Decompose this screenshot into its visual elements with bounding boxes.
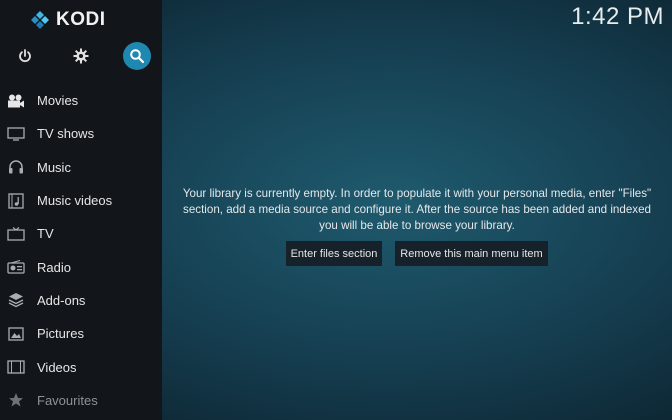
menu-label: TV shows — [37, 126, 95, 142]
settings-button[interactable] — [67, 42, 95, 70]
menu-item-tv[interactable]: TV — [0, 217, 162, 250]
main-menu: Movies TV shows Music Music videos TV Ra… — [0, 84, 162, 417]
menu-label: TV — [37, 226, 54, 242]
menu-label: Radio — [37, 259, 71, 275]
kodi-logo-icon — [31, 11, 49, 29]
search-button[interactable] — [123, 42, 151, 70]
menu-item-radio[interactable]: Radio — [0, 250, 162, 283]
videos-icon — [7, 358, 25, 376]
music-videos-icon — [7, 192, 25, 210]
movies-icon — [7, 92, 25, 110]
power-button[interactable] — [11, 42, 39, 70]
menu-item-pictures[interactable]: Pictures — [0, 317, 162, 350]
star-icon — [7, 391, 25, 409]
menu-label: Music videos — [37, 193, 113, 209]
menu-label: Music — [37, 159, 71, 175]
menu-item-music[interactable]: Music — [0, 151, 162, 184]
headphones-icon — [7, 158, 25, 176]
app-name: KODI — [56, 9, 106, 30]
sidebar: KODI Movies TV shows Music Music videos … — [0, 0, 162, 420]
menu-label: Favourites — [37, 392, 98, 408]
pictures-icon — [7, 325, 25, 343]
clock: 1:42 PM — [571, 3, 664, 30]
tv-shows-icon — [7, 125, 25, 143]
tv-icon — [7, 225, 25, 243]
menu-label: Videos — [37, 359, 77, 375]
menu-item-addons[interactable]: Add-ons — [0, 284, 162, 317]
menu-label: Pictures — [37, 326, 84, 342]
menu-item-favourites[interactable]: Favourites — [0, 384, 162, 417]
menu-label: Add-ons — [37, 292, 86, 308]
enter-files-section-button[interactable]: Enter files section — [286, 241, 382, 266]
radio-icon — [7, 258, 25, 276]
power-icon — [19, 49, 31, 63]
kodi-logo[interactable]: KODI — [30, 9, 106, 31]
gear-icon — [73, 48, 89, 64]
search-icon — [130, 49, 145, 64]
menu-label: Movies — [37, 93, 79, 109]
menu-item-movies[interactable]: Movies — [0, 84, 162, 117]
empty-library-message: Your library is currently empty. In orde… — [182, 187, 652, 232]
menu-item-videos[interactable]: Videos — [0, 350, 162, 383]
menu-item-tv-shows[interactable]: TV shows — [0, 117, 162, 150]
menu-item-music-videos[interactable]: Music videos — [0, 184, 162, 217]
addons-icon — [7, 291, 25, 309]
remove-menu-item-button[interactable]: Remove this main menu item — [395, 241, 548, 266]
